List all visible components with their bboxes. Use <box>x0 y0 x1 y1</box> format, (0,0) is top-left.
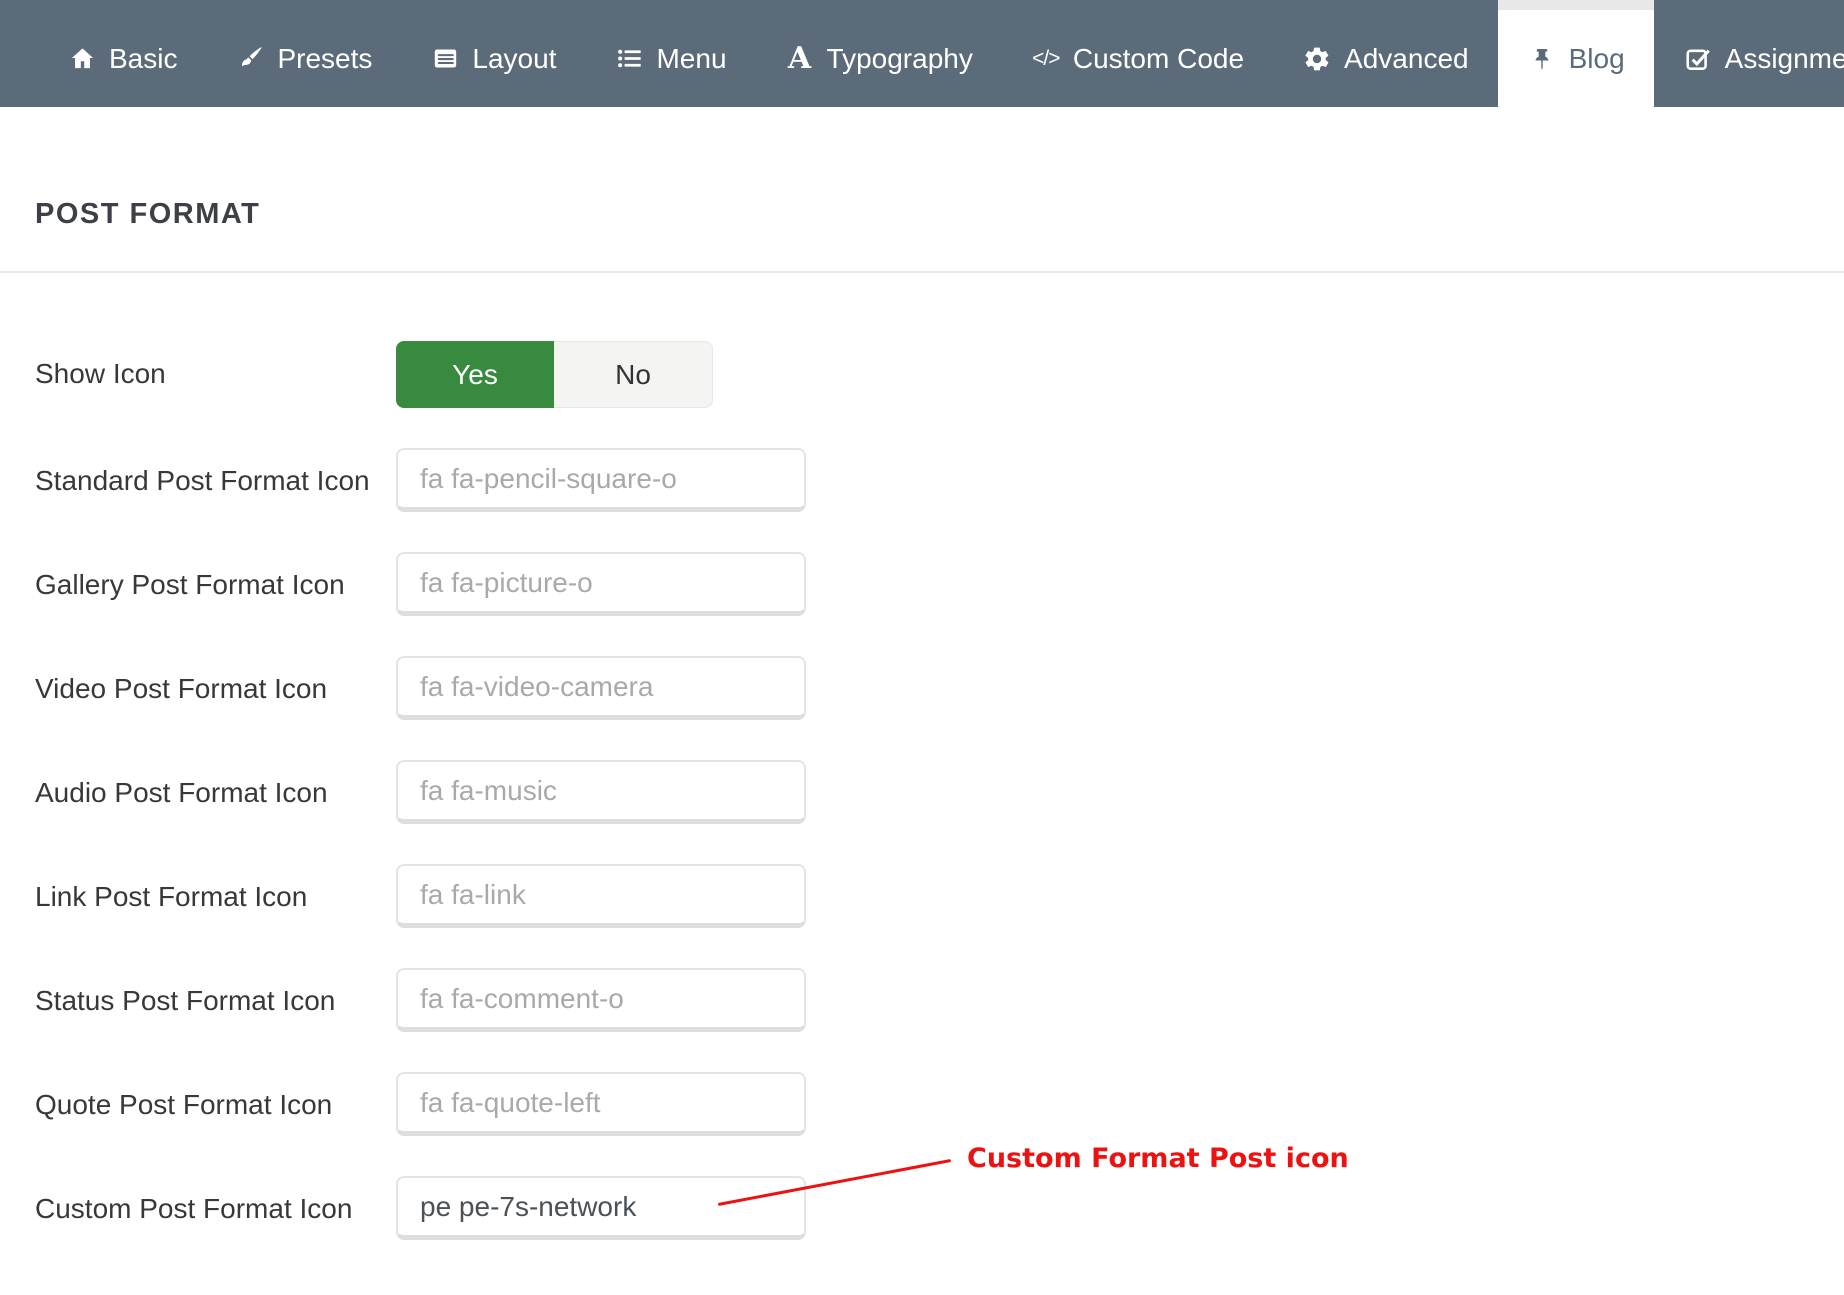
audio-post-format-icon-input[interactable] <box>396 760 806 824</box>
status-post-format-icon-label: Status Post Format Icon <box>35 982 335 1020</box>
video-post-format-icon-input[interactable] <box>396 656 806 720</box>
gallery-post-format-icon-input[interactable] <box>396 552 806 616</box>
paintbrush-icon <box>235 44 265 74</box>
tab-basic[interactable]: Basic <box>38 0 206 107</box>
tab-advanced[interactable]: Advanced <box>1273 0 1498 107</box>
status-post-format-icon-input[interactable] <box>396 968 806 1032</box>
layout-icon <box>430 44 460 74</box>
standard-post-format-icon-label: Standard Post Format Icon <box>35 462 370 500</box>
gallery-post-format-icon-label: Gallery Post Format Icon <box>35 566 345 604</box>
tab-presets[interactable]: Presets <box>206 0 401 107</box>
audio-post-format-icon-label: Audio Post Format Icon <box>35 774 328 812</box>
tab-custom-code[interactable]: </> Custom Code <box>1002 0 1273 107</box>
tab-assignment[interactable]: Assignment <box>1654 0 1844 107</box>
custom-post-format-icon-input[interactable] <box>396 1176 806 1240</box>
quote-post-format-icon-input[interactable] <box>396 1072 806 1136</box>
show-icon-label: Show Icon <box>35 355 166 393</box>
custom-post-format-icon-label: Custom Post Format Icon <box>35 1190 352 1228</box>
check-square-icon <box>1683 44 1713 74</box>
annotation-text: Custom Format Post icon <box>967 1143 1349 1174</box>
link-post-format-icon-label: Link Post Format Icon <box>35 878 307 916</box>
settings-tab-bar: Basic Presets Layout Menu A Typography <… <box>0 0 1844 107</box>
tab-layout[interactable]: Layout <box>401 0 585 107</box>
standard-post-format-icon-input[interactable] <box>396 448 806 512</box>
tab-typography[interactable]: A Typography <box>756 0 1002 107</box>
show-icon-no-button[interactable]: No <box>554 341 713 408</box>
pushpin-icon <box>1527 44 1557 74</box>
home-icon <box>67 44 97 74</box>
show-icon-toggle: Yes No <box>396 341 713 408</box>
page-title: POST FORMAT <box>35 198 260 231</box>
show-icon-yes-button[interactable]: Yes <box>396 341 554 408</box>
link-post-format-icon-input[interactable] <box>396 864 806 928</box>
section-divider <box>0 271 1844 273</box>
gear-icon <box>1302 44 1332 74</box>
typography-icon: A <box>785 44 815 74</box>
code-icon: </> <box>1031 44 1061 74</box>
menu-list-icon <box>614 44 644 74</box>
video-post-format-icon-label: Video Post Format Icon <box>35 670 327 708</box>
tab-menu[interactable]: Menu <box>585 0 755 107</box>
quote-post-format-icon-label: Quote Post Format Icon <box>35 1086 332 1124</box>
tab-blog[interactable]: Blog <box>1498 0 1654 107</box>
